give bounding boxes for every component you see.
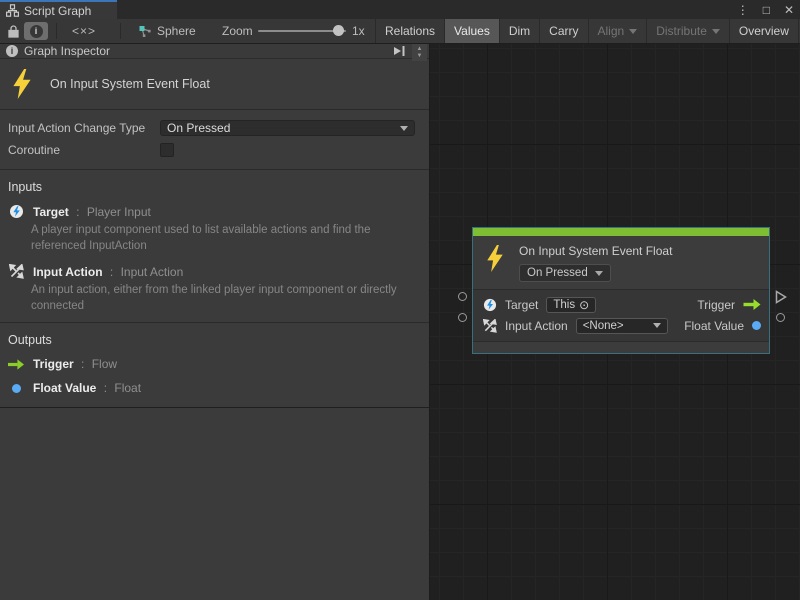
node-row-target: Target This ⊙ Trigger [483, 294, 761, 315]
output-port-trigger[interactable] [775, 290, 787, 304]
graph-network-icon [138, 19, 153, 43]
input-item-input-action: Input Action : Input Action [0, 262, 429, 281]
graph-inspector-panel: i Graph Inspector ▲ ▼ On Input System Ev… [0, 44, 430, 600]
input-action-dropdown[interactable]: <None> [576, 318, 668, 334]
target-this-button[interactable]: This ⊙ [546, 297, 596, 313]
chevron-down-icon [712, 29, 720, 34]
toolbar-button-overview[interactable]: Overview [729, 19, 798, 43]
inspector-title: Graph Inspector [24, 44, 386, 58]
scrollbar-arrows[interactable]: ▲ ▼ [412, 44, 427, 61]
port-label-target: Target [505, 298, 538, 312]
chevron-down-icon [653, 323, 661, 328]
node-change-type-dropdown[interactable]: On Pressed [519, 264, 611, 282]
player-input-icon [9, 204, 24, 219]
toolbar-button-dim[interactable]: Dim [499, 19, 539, 43]
inspected-node-title: On Input System Event Float [50, 77, 210, 91]
outputs-heading: Outputs [0, 323, 429, 355]
port-label-float-value: Float Value [684, 319, 744, 333]
window-maximize-icon[interactable]: □ [763, 4, 770, 16]
expand-panel-icon[interactable] [392, 45, 406, 57]
port-label-trigger: Trigger [697, 298, 735, 312]
event-node-header: On Input System Event Float On Pressed [473, 236, 769, 290]
graph-toolbar: i <×> Sphere Zoom 1x Relations Values Di… [0, 19, 800, 44]
zoom-slider[interactable] [258, 30, 346, 32]
chevron-down-icon [629, 29, 637, 34]
float-port-icon [12, 384, 21, 393]
toolbar-button-values[interactable]: Values [444, 19, 499, 43]
window-title-bar: Script Graph ⋮ □ ✕ [0, 0, 800, 19]
info-icon: i [6, 45, 18, 57]
coroutine-checkbox[interactable] [160, 143, 174, 157]
node-title: On Input System Event Float [519, 244, 672, 258]
node-row-input-action: Input Action <None> Float Value [483, 315, 761, 336]
zoom-label: Zoom [222, 24, 253, 38]
window-menu-icon[interactable]: ⋮ [737, 4, 749, 16]
tab-label: Script Graph [24, 4, 91, 18]
toolbar-button-carry[interactable]: Carry [539, 19, 587, 43]
object-picker-icon: ⊙ [579, 299, 589, 311]
window-close-icon[interactable]: ✕ [784, 4, 794, 16]
inputs-heading: Inputs [0, 170, 429, 202]
node-body: Target This ⊙ Trigger [473, 290, 769, 341]
scroll-up-icon[interactable]: ▲ [417, 46, 423, 52]
port-label-input-action: Input Action [505, 319, 568, 333]
input-port-target[interactable] [458, 292, 467, 301]
graph-canvas[interactable]: On Input System Event Float On Pressed T… [430, 44, 800, 600]
chevron-down-icon [400, 126, 408, 131]
coroutine-label: Coroutine [8, 143, 160, 157]
input-action-icon [483, 319, 497, 333]
toolbar-button-distribute[interactable]: Distribute [646, 19, 729, 43]
lightning-bolt-icon [485, 245, 505, 272]
input-action-icon [9, 264, 24, 279]
output-item-float-value: Float Value : Float [0, 379, 429, 397]
float-port-icon [752, 321, 761, 330]
tab-script-graph[interactable]: Script Graph [0, 0, 117, 19]
graph-name-label: Sphere [157, 24, 196, 38]
input-item-target: Target : Player Input [0, 202, 429, 221]
inspector-toggle-button[interactable]: i [24, 19, 48, 43]
code-icon: <×> [72, 24, 96, 38]
inspected-node-header: On Input System Event Float [0, 59, 429, 110]
scroll-down-icon[interactable]: ▼ [417, 53, 423, 59]
lock-icon[interactable] [8, 19, 19, 43]
script-graph-icon [6, 4, 19, 17]
flow-arrow-icon [8, 359, 24, 370]
node-footer [473, 341, 769, 353]
lightning-bolt-icon [10, 69, 34, 99]
event-node-accent-bar [473, 228, 769, 236]
flow-arrow-icon [743, 299, 761, 310]
output-port-float-value[interactable] [776, 313, 785, 322]
zoom-slider-handle[interactable] [333, 25, 344, 36]
zoom-value: 1x [352, 24, 365, 38]
toolbar-separator [120, 23, 121, 39]
chevron-down-icon [595, 271, 603, 276]
input-item-description: An input action, either from the linked … [31, 283, 421, 314]
change-type-dropdown[interactable]: On Pressed [160, 120, 415, 136]
event-node[interactable]: On Input System Event Float On Pressed T… [472, 227, 770, 354]
input-port-input-action[interactable] [458, 313, 467, 322]
divider [0, 407, 429, 408]
player-input-icon [483, 298, 497, 312]
toolbar-button-relations[interactable]: Relations [375, 19, 444, 43]
toolbar-button-align[interactable]: Align [588, 19, 647, 43]
output-item-trigger: Trigger : Flow [0, 355, 429, 373]
input-item-description: A player input component used to list av… [31, 223, 421, 254]
change-type-label: Input Action Change Type [8, 121, 160, 135]
info-icon: i [30, 25, 43, 38]
code-view-button[interactable]: <×> [72, 19, 96, 43]
toolbar-separator [56, 23, 57, 39]
